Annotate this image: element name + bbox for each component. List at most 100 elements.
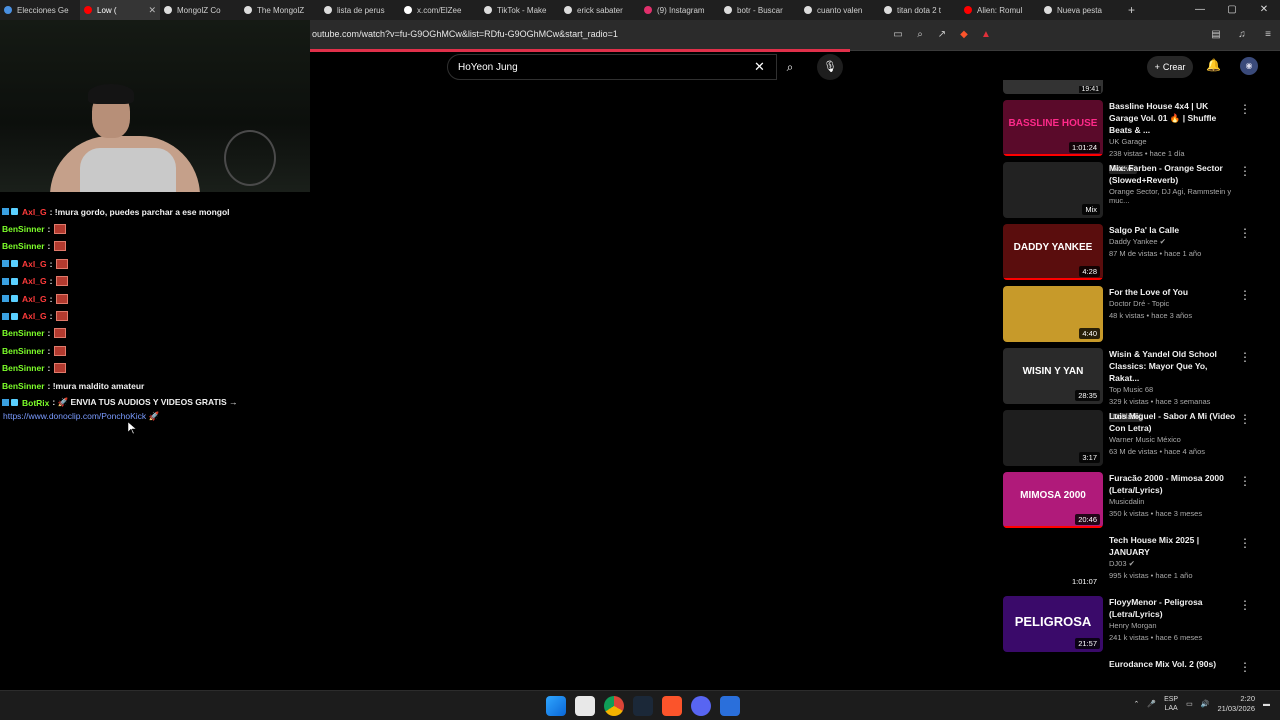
browser-tab[interactable]: (9) Instagram bbox=[640, 0, 720, 20]
network-icon[interactable]: ▭ bbox=[1186, 700, 1193, 708]
chevron-up-icon[interactable]: ⌃ bbox=[1134, 700, 1140, 708]
maximize-button[interactable]: ▢ bbox=[1216, 0, 1248, 20]
playlist-item[interactable]: 4:40 For the Love of You Doctor Dré - Topi… bbox=[1003, 286, 1265, 344]
chat-username[interactable]: BotRix bbox=[22, 398, 49, 408]
video-title[interactable]: Eurodance Mix Vol. 2 (90s) bbox=[1109, 658, 1239, 670]
clear-search-icon[interactable]: ✕ bbox=[754, 59, 765, 75]
playlist-item[interactable]: 3:17 Luis Miguel - Sabor A Mi (Video Con … bbox=[1003, 410, 1265, 468]
close-tab-icon[interactable]: ✕ bbox=[148, 5, 156, 16]
brave-shield-icon[interactable]: ◆ bbox=[956, 27, 972, 43]
playlist-item[interactable]: Mix Mix: Farben - Orange Sector (Slowed+R… bbox=[1003, 162, 1265, 220]
playlist-item[interactable]: PELIGROSA 21:57 FloyyMenor - Peligrosa (Le… bbox=[1003, 596, 1265, 654]
brave-rewards-icon[interactable]: ▲ bbox=[978, 27, 994, 43]
more-options-icon[interactable]: ⋮ bbox=[1239, 226, 1251, 240]
browser-tab[interactable]: The MongolZ bbox=[240, 0, 320, 20]
windows-start-icon[interactable] bbox=[546, 696, 566, 716]
steam-icon[interactable] bbox=[633, 696, 653, 716]
channel-name[interactable]: DJ03 ✔ bbox=[1109, 559, 1239, 568]
more-options-icon[interactable]: ⋮ bbox=[1239, 102, 1251, 116]
new-tab-button[interactable]: + bbox=[1128, 3, 1142, 17]
video-title[interactable]: Mix: Farben - Orange Sector (Slowed+Reve… bbox=[1109, 162, 1239, 186]
channel-name[interactable]: Doctor Dré - Topic bbox=[1109, 299, 1239, 308]
video-thumbnail[interactable]: 4:40 bbox=[1003, 286, 1103, 342]
playlist-item[interactable]: WISIN Y YAN 28:35 Wisin & Yandel Old Schoo… bbox=[1003, 348, 1265, 422]
chat-username[interactable]: BenSinner bbox=[2, 241, 45, 251]
chat-username[interactable]: BenSinner bbox=[2, 328, 45, 338]
video-thumbnail[interactable]: PELIGROSA 21:57 bbox=[1003, 596, 1103, 652]
url-text[interactable]: outube.com/watch?v=fu-G9OGhMCw&list=RDfu… bbox=[312, 29, 618, 39]
more-options-icon[interactable]: ⋮ bbox=[1239, 474, 1251, 488]
channel-name[interactable]: Daddy Yankee ✔ bbox=[1109, 237, 1239, 246]
browser-tab[interactable]: Elecciones Ge bbox=[0, 0, 80, 20]
chat-username[interactable]: BenSinner bbox=[2, 363, 45, 373]
brave-icon[interactable] bbox=[662, 696, 682, 716]
chat-username[interactable]: BenSinner bbox=[2, 381, 45, 391]
more-options-icon[interactable]: ⋮ bbox=[1239, 350, 1251, 364]
playlist-item[interactable]: BASSLINE HOUSE 1:01:24 Bassline House 4x4 … bbox=[1003, 100, 1265, 174]
more-options-icon[interactable]: ⋮ bbox=[1239, 536, 1251, 550]
more-options-icon[interactable]: ⋮ bbox=[1239, 660, 1251, 674]
share-icon[interactable]: ↗ bbox=[934, 27, 950, 43]
file-icon[interactable] bbox=[575, 696, 595, 716]
screen-icon[interactable]: ▭ bbox=[890, 27, 906, 43]
search-icon[interactable]: ⌕ bbox=[777, 54, 803, 80]
more-options-icon[interactable]: ⋮ bbox=[1239, 288, 1251, 302]
browser-tab[interactable]: cuanto valen bbox=[800, 0, 880, 20]
channel-name[interactable]: Warner Music México bbox=[1109, 435, 1239, 444]
channel-name[interactable]: UK Garage bbox=[1109, 137, 1239, 146]
playlist-item[interactable]: 1:01:07 Tech House Mix 2025 | JANUARY DJ03… bbox=[1003, 534, 1265, 592]
browser-tab[interactable]: titan dota 2 t bbox=[880, 0, 960, 20]
mic-tray-icon[interactable]: 🎤 bbox=[1147, 700, 1156, 708]
more-options-icon[interactable]: ⋮ bbox=[1239, 164, 1251, 178]
chrome-icon[interactable] bbox=[604, 696, 624, 716]
search-box[interactable]: HoYeon Jung bbox=[447, 54, 777, 80]
chat-username[interactable]: BenSinner bbox=[2, 224, 45, 234]
video-title[interactable]: Tech House Mix 2025 | JANUARY bbox=[1109, 534, 1239, 558]
sidebar-icon[interactable]: ▤ bbox=[1208, 27, 1224, 43]
browser-tab[interactable]: x.com/ElZee bbox=[400, 0, 480, 20]
microphone-icon[interactable]: 🎙 bbox=[817, 54, 843, 80]
language-indicator[interactable]: ESP LAA bbox=[1164, 695, 1178, 713]
media-icon[interactable]: ♫ bbox=[1234, 27, 1250, 43]
more-options-icon[interactable]: ⋮ bbox=[1239, 412, 1251, 426]
video-thumbnail[interactable]: 3:17 bbox=[1003, 410, 1103, 466]
notifications-bell-icon[interactable]: 🔔 bbox=[1206, 58, 1221, 72]
video-title[interactable]: For the Love of You bbox=[1109, 286, 1239, 298]
channel-name[interactable]: Musicdalin bbox=[1109, 497, 1239, 506]
create-button[interactable]: + Crear bbox=[1147, 56, 1193, 78]
volume-icon[interactable]: 🔊 bbox=[1201, 700, 1210, 708]
video-thumbnail[interactable]: MIMOSA 2000 20:46 bbox=[1003, 472, 1103, 528]
search-input[interactable]: HoYeon Jung bbox=[458, 62, 518, 73]
video-title[interactable]: Luis Miguel - Sabor A Mi (Video Con Letr… bbox=[1109, 410, 1239, 434]
avatar[interactable]: ◉ bbox=[1240, 57, 1258, 75]
minimize-button[interactable]: — bbox=[1184, 0, 1216, 20]
video-thumbnail[interactable]: Mix bbox=[1003, 162, 1103, 218]
video-thumbnail[interactable]: WISIN Y YAN 28:35 bbox=[1003, 348, 1103, 404]
clock[interactable]: 2:20 21/03/2026 bbox=[1217, 694, 1255, 714]
channel-name[interactable]: Top Music 68 bbox=[1109, 385, 1239, 394]
chat-username[interactable]: Axl_G bbox=[22, 259, 47, 269]
channel-name[interactable]: Orange Sector, DJ Agi, Rammstein y muc..… bbox=[1109, 187, 1239, 205]
video-thumbnail[interactable]: BASSLINE HOUSE 1:01:24 bbox=[1003, 100, 1103, 156]
browser-tab[interactable]: MongolZ Co bbox=[160, 0, 240, 20]
more-options-icon[interactable]: ⋮ bbox=[1239, 598, 1251, 612]
browser-tab[interactable]: Nueva pesta bbox=[1040, 0, 1120, 20]
discord-icon[interactable] bbox=[691, 696, 711, 716]
menu-icon[interactable]: ≡ bbox=[1260, 27, 1276, 43]
browser-tab[interactable]: botr - Buscar bbox=[720, 0, 800, 20]
browser-tab[interactable]: Alien: Romul bbox=[960, 0, 1040, 20]
chat-username[interactable]: BenSinner bbox=[2, 346, 45, 356]
chat-username[interactable]: Axl_G bbox=[22, 311, 47, 321]
playlist-item[interactable]: MIMOSA 2000 20:46 Furacão 2000 - Mimosa 20… bbox=[1003, 472, 1265, 530]
chat-username[interactable]: Axl_G bbox=[22, 294, 47, 304]
video-thumbnail[interactable]: 1:01:07 bbox=[1003, 534, 1103, 590]
browser-tab[interactable]: erick sabater bbox=[560, 0, 640, 20]
zoom-icon[interactable]: ⌕ bbox=[912, 27, 928, 43]
video-title[interactable]: Wisin & Yandel Old School Classics: Mayo… bbox=[1109, 348, 1239, 384]
chat-username[interactable]: Axl_G bbox=[22, 207, 47, 217]
video-title[interactable]: FloyyMenor - Peligrosa (Letra/Lyrics) bbox=[1109, 596, 1239, 620]
video-title[interactable]: Bassline House 4x4 | UK Garage Vol. 01 🔥… bbox=[1109, 100, 1239, 136]
browser-tab[interactable]: Low (✕ bbox=[80, 0, 160, 20]
chat-username[interactable]: Axl_G bbox=[22, 276, 47, 286]
app-icon[interactable] bbox=[720, 696, 740, 716]
